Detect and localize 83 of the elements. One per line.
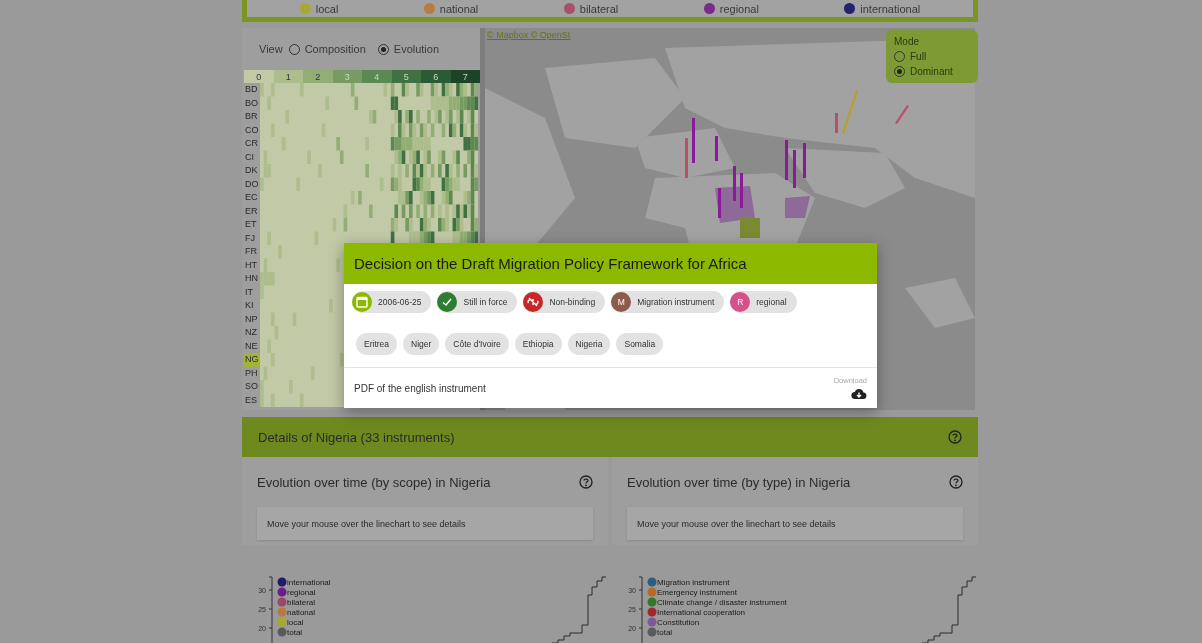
legend-label: regional <box>719 2 759 15</box>
info-chip: M Migration instrument <box>611 291 725 313</box>
dialog-title: Decision on the Draft Migration Policy Framework for Africa <box>344 243 877 284</box>
row-label[interactable]: HN <box>244 272 260 286</box>
row-label[interactable]: SO <box>244 380 260 394</box>
radio-label: Evolution <box>393 43 440 55</box>
row-label[interactable]: FJ <box>244 231 260 245</box>
legend-label: local <box>315 2 339 15</box>
card-title: Evolution over time (by type) in Nigeria <box>627 474 851 490</box>
details-title: Details of Nigeria (33 instruments) <box>258 429 455 445</box>
legend-label: Emergency instrument <box>657 588 738 597</box>
row-label[interactable]: NP <box>244 312 260 326</box>
mode-label: Mode <box>894 36 920 47</box>
legend-label: national <box>287 608 316 617</box>
row-label[interactable]: FR <box>244 245 260 259</box>
legend-label: local <box>287 618 304 627</box>
row-label[interactable]: CO <box>244 123 260 137</box>
card-title: Evolution over time (by scope) in Nigeria <box>257 474 491 490</box>
row-label[interactable]: BO <box>244 96 260 110</box>
info-chip: 2006-06-25 <box>352 291 432 313</box>
row-label[interactable]: CR <box>244 137 260 151</box>
step-line <box>921 576 977 643</box>
row-label[interactable]: EC <box>244 191 260 205</box>
radio-label: Composition <box>304 43 366 55</box>
row-label[interactable]: HT <box>244 258 260 272</box>
row-label[interactable]: IT <box>244 285 260 299</box>
row-label[interactable]: DK <box>244 164 260 178</box>
y-axis <box>268 576 273 643</box>
row-label[interactable]: BD <box>244 83 260 97</box>
scale-cell: 4 <box>362 70 392 83</box>
legend-label: international <box>860 2 921 15</box>
scale-cell: 2 <box>303 70 333 83</box>
row-label[interactable]: NE <box>244 339 260 353</box>
scale-cell: 6 <box>421 70 451 83</box>
scale-cell: 1 <box>273 70 303 83</box>
country-chip[interactable]: Somalia <box>616 333 664 355</box>
info-chip: R regional <box>730 291 797 313</box>
country-chip[interactable]: Nigeria <box>567 333 611 355</box>
step-line <box>551 576 607 643</box>
country-chip[interactable]: Ethiopia <box>514 333 562 355</box>
scale-cell: 7 <box>450 70 480 83</box>
cloud-download-icon[interactable] <box>851 388 867 400</box>
legend-label: bilateral <box>579 2 619 15</box>
row-label[interactable]: ER <box>244 204 260 218</box>
document-label: PDF of the english instrument <box>354 382 486 394</box>
legend-label: Constitution <box>657 618 700 627</box>
row-label[interactable]: DO <box>244 177 260 191</box>
legend-label: bilateral <box>287 598 315 607</box>
row-label[interactable]: BR <box>244 110 260 124</box>
legend-label: national <box>439 2 479 15</box>
view-label: View <box>259 43 283 55</box>
help-icon[interactable] <box>579 475 593 489</box>
scale-cell: 5 <box>391 70 421 83</box>
info-chip: Still in force <box>437 291 518 313</box>
country-chip[interactable]: Côte d'Ivoire <box>445 333 509 355</box>
legend-label: Migration instrument <box>657 578 730 587</box>
legend-label: regional <box>287 588 316 597</box>
row-label[interactable]: ET <box>244 218 260 232</box>
info-chip: Non-binding <box>523 291 606 313</box>
letter-avatar: R <box>730 292 751 312</box>
row-label[interactable]: ES <box>244 393 260 407</box>
legend-label: total <box>287 628 303 637</box>
radio-label: Dominant <box>910 66 953 77</box>
scale-cell: 3 <box>332 70 362 83</box>
hint-box: Move your mouse over the linechart to see details <box>627 507 963 540</box>
row-label[interactable]: CI <box>244 150 260 164</box>
legend-label: international <box>287 578 331 587</box>
scale-cell: 0 <box>244 70 274 83</box>
help-icon[interactable] <box>949 475 963 489</box>
country-chip[interactable]: Eritrea <box>356 333 398 355</box>
row-label[interactable]: KI <box>244 299 260 313</box>
letter-avatar: M <box>611 292 632 312</box>
help-icon[interactable] <box>948 430 962 444</box>
legend-label: total <box>657 628 673 637</box>
radio-label: Full <box>910 51 927 62</box>
row-label[interactable]: PH <box>244 366 260 380</box>
row-label[interactable]: NZ <box>244 326 260 340</box>
row-label[interactable]: NG <box>244 353 260 367</box>
country-chip[interactable]: Niger <box>403 333 440 355</box>
hint-box: Move your mouse over the linechart to see details <box>257 507 593 540</box>
legend-label: International cooperation <box>657 608 746 617</box>
y-axis <box>638 576 643 643</box>
legend-label: Climate change / disaster instrument <box>657 598 787 607</box>
